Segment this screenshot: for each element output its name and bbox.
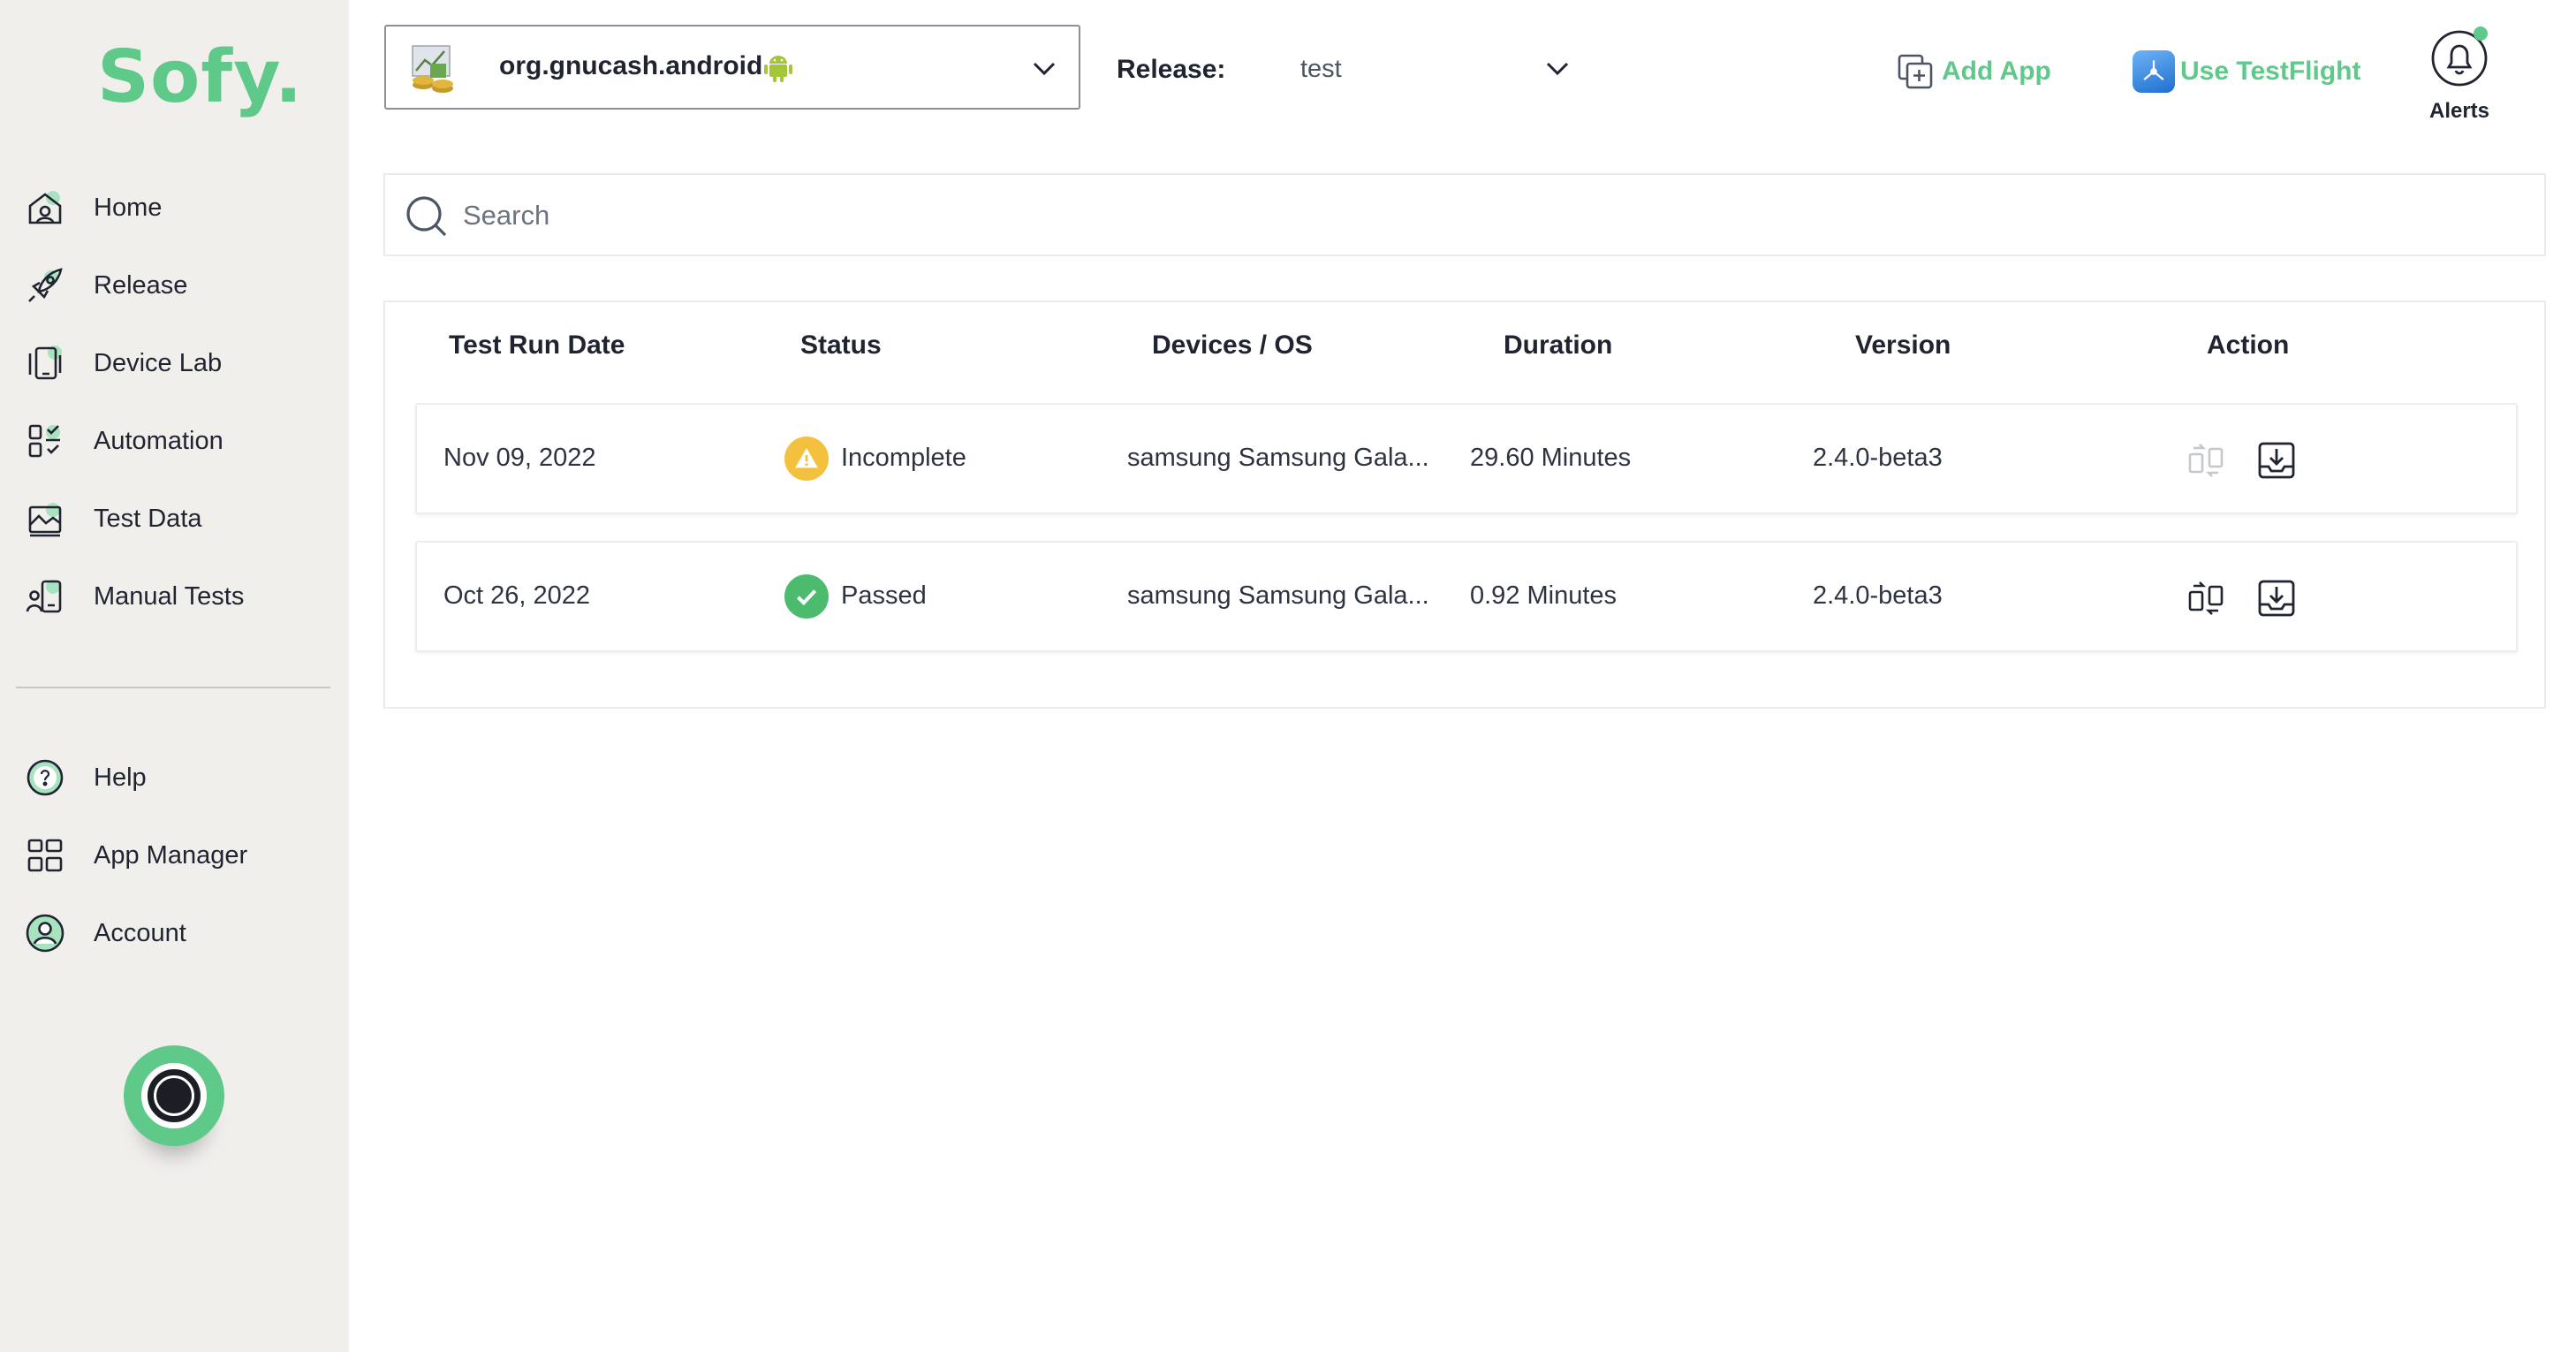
check-icon [784,574,829,619]
search-input[interactable] [463,193,2495,239]
chevron-down-icon [1033,62,1056,76]
manual-tests-icon [23,574,67,619]
add-app-button[interactable]: Add App [1896,49,2051,94]
app-name: org.gnucash.android [499,51,763,80]
column-header-duration[interactable]: Duration [1504,330,1612,361]
sidebar-item-label: Account [94,918,186,947]
release-label: Release: [1117,55,1226,84]
use-testflight-button[interactable]: Use TestFlight [2133,49,2360,94]
sidebar-item-release[interactable]: Release [23,257,187,314]
add-app-label: Add App [1942,57,2051,86]
sidebar-item-manual-tests[interactable]: Manual Tests [23,568,244,625]
duration: 29.60 Minutes [1470,444,1632,472]
sidebar-item-automation[interactable]: Automation [23,413,224,469]
download-icon[interactable] [2256,578,2297,619]
sofy-logo[interactable]: Sofy. [97,35,303,119]
column-header-action: Action [2207,330,2290,360]
sidebar-item-label: Release [94,270,188,300]
version: 2.4.0-beta3 [1813,444,1943,472]
testflight-icon [2133,50,2175,93]
table-row[interactable]: Oct 26, 2022 Passed samsung Samsung Gala… [415,541,2518,652]
column-header-devices-os[interactable]: Devices / OS [1152,330,1313,361]
automation-icon [23,419,67,463]
search-icon [406,196,447,237]
assistant-icon [141,1063,207,1128]
alert-indicator [2474,27,2488,41]
assistant-button[interactable] [124,1045,224,1146]
device-icon [23,341,67,385]
sidebar-item-label: Help [94,763,147,792]
release-selector[interactable]: test [1299,44,1572,94]
test-run-date: Nov 09, 2022 [443,444,596,472]
sidebar-item-label: Automation [94,426,224,455]
version: 2.4.0-beta3 [1813,581,1943,610]
app-manager-icon [23,833,67,877]
home-icon [23,186,67,230]
sidebar-item-test-data[interactable]: Test Data [23,490,202,547]
help-icon [23,756,67,800]
download-icon[interactable] [2256,440,2297,481]
test-data-icon [23,497,67,541]
sidebar-item-account[interactable]: Account [23,905,186,961]
alerts-button[interactable]: Alerts [2424,27,2495,125]
sidebar-item-label: Home [94,193,163,222]
test-run-date: Oct 26, 2022 [443,581,591,610]
column-header-test-run-date[interactable]: Test Run Date [449,330,625,361]
column-header-version[interactable]: Version [1855,330,1951,361]
table-row[interactable]: Nov 09, 2022 Incomplete samsung Samsung … [415,403,2518,514]
alerts-label: Alerts [2428,99,2490,123]
sidebar-item-label: App Manager [94,840,248,870]
release-value: test [1300,55,1342,83]
device-os: samsung Samsung Gala... [1127,444,1429,472]
duration: 0.92 Minutes [1470,581,1618,610]
test-runs-table: Test Run Date Status Devices / OS Durati… [383,300,2546,709]
sidebar-item-device-lab[interactable]: Device Lab [23,335,222,391]
compare-icon[interactable] [2186,578,2226,619]
sidebar: Sofy. Home Release Device Lab Automation… [0,0,349,1352]
status-text: Incomplete [841,444,966,472]
sidebar-divider [16,687,330,688]
add-app-icon [1898,54,1933,89]
use-testflight-label: Use TestFlight [2180,57,2361,86]
sidebar-item-help[interactable]: Help [23,749,147,806]
status-text: Passed [841,581,927,610]
rocket-icon [23,263,67,308]
device-os: samsung Samsung Gala... [1127,581,1429,610]
chevron-down-icon [1546,62,1569,76]
app-selector[interactable]: org.gnucash.android [384,25,1080,110]
sidebar-item-label: Test Data [94,504,202,533]
sidebar-item-home[interactable]: Home [23,179,162,236]
column-header-status[interactable]: Status [800,330,882,361]
compare-icon [2186,440,2226,481]
account-icon [23,911,67,955]
sidebar-item-label: Device Lab [94,348,223,377]
warning-icon [784,437,829,481]
app-thumbnail-icon [412,45,453,93]
android-icon [764,56,792,82]
search-bar [383,173,2546,256]
sidebar-item-app-manager[interactable]: App Manager [23,827,247,884]
sidebar-item-label: Manual Tests [94,581,245,611]
